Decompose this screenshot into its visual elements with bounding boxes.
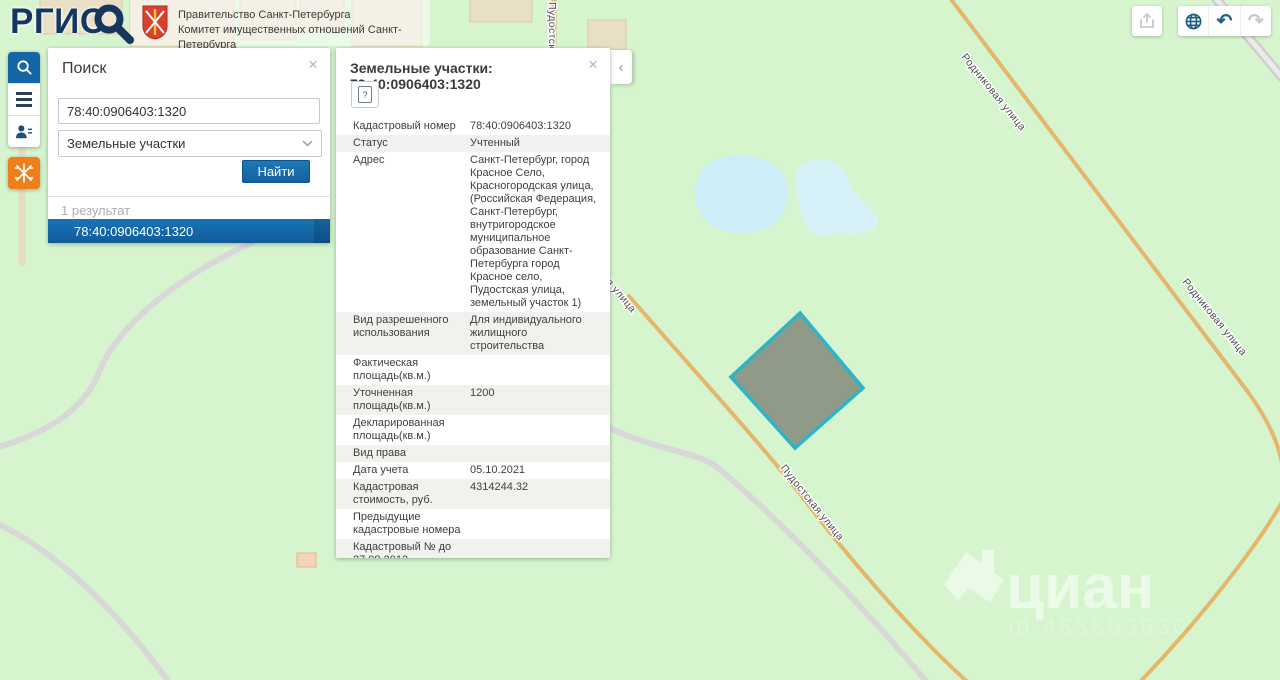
- row-label: Предыдущие кадастровые номера: [353, 511, 470, 537]
- row-label: Статус: [353, 137, 470, 150]
- details-panel: Земельные участки: 78:40:0906403:1320 × …: [336, 48, 610, 558]
- row-label: Декларированная площадь(кв.м.): [353, 417, 470, 443]
- spb-coat-of-arms-icon: [140, 4, 170, 40]
- table-row: СтатусУчтенный: [336, 135, 610, 152]
- row-value: [470, 511, 602, 537]
- undo-button[interactable]: ↶: [1209, 6, 1240, 36]
- spb-emblem-icon: [14, 162, 34, 184]
- gov-line-1: Правительство Санкт-Петербурга: [178, 8, 430, 23]
- row-value: 05.10.2021: [470, 464, 602, 477]
- layers-icon: [16, 92, 32, 107]
- row-value: Санкт-Петербург, город Красное Село, Кра…: [470, 154, 602, 310]
- find-button[interactable]: Найти: [242, 160, 310, 183]
- map-building-pink: [297, 553, 316, 567]
- globe-icon: [1184, 12, 1203, 31]
- redo-icon: ↷: [1248, 12, 1264, 31]
- details-collapse-button[interactable]: ‹: [610, 50, 632, 84]
- pond: [695, 155, 788, 233]
- table-row: Кадастровая стоимость, руб.4314244.32: [336, 479, 610, 509]
- spb-emblem-button[interactable]: [8, 157, 40, 189]
- object-info-button[interactable]: ?: [351, 81, 379, 108]
- search-tool-button[interactable]: [8, 52, 40, 84]
- row-value: [470, 417, 602, 443]
- user-list-tool-button[interactable]: [8, 116, 40, 147]
- search-icon: [16, 59, 33, 76]
- row-value: Для индивидуального жилищного строительс…: [470, 314, 602, 353]
- row-label: Кадастровый № до 27.08.2012: [353, 541, 470, 558]
- row-value: [470, 541, 602, 558]
- undo-icon: ↶: [1217, 12, 1233, 31]
- row-label: Кадастровая стоимость, руб.: [353, 481, 470, 507]
- table-row: Кадастровый № до 27.08.2012: [336, 539, 610, 558]
- results-separator: [48, 196, 330, 197]
- results-count: 1 результат: [61, 203, 130, 218]
- chevron-left-icon: ‹: [619, 59, 624, 76]
- table-row: Фактическая площадь(кв.м.): [336, 355, 610, 385]
- row-label: Адрес: [353, 154, 470, 310]
- result-row[interactable]: 78:40:0906403:1320: [48, 219, 330, 243]
- search-input[interactable]: [58, 98, 320, 124]
- government-header: Правительство Санкт-Петербурга Комитет и…: [130, 0, 430, 46]
- row-label: Вид разрешенного использования: [353, 314, 470, 353]
- category-select-value: Земельные участки: [67, 136, 185, 151]
- search-close-icon[interactable]: ×: [308, 58, 318, 72]
- rgis-logo: РГИС: [10, 2, 140, 48]
- globe-button[interactable]: [1178, 6, 1209, 36]
- category-select[interactable]: Земельные участки: [58, 130, 322, 157]
- search-panel-title: Поиск: [62, 60, 106, 78]
- chevron-down-icon: [302, 140, 313, 147]
- layers-tool-button[interactable]: [8, 84, 40, 116]
- table-row: Уточненная площадь(кв.м.)1200: [336, 385, 610, 415]
- left-toolbar: [8, 52, 40, 147]
- details-table: Кадастровый номер78:40:0906403:1320 Стат…: [336, 118, 610, 558]
- row-label: Дата учета: [353, 464, 470, 477]
- row-label: Фактическая площадь(кв.м.): [353, 357, 470, 383]
- result-row-label: 78:40:0906403:1320: [74, 224, 193, 239]
- rgis-magnifier-icon: [92, 2, 136, 46]
- user-list-icon: [15, 124, 33, 140]
- details-close-icon[interactable]: ×: [588, 58, 598, 72]
- row-label: Кадастровый номер: [353, 120, 470, 133]
- search-panel: Поиск × Земельные участки Найти 1 резуль…: [48, 48, 330, 243]
- redo-button[interactable]: ↷: [1241, 6, 1271, 36]
- table-row: Декларированная площадь(кв.м.): [336, 415, 610, 445]
- table-row: Вид разрешенного использованияДля индиви…: [336, 312, 610, 355]
- row-value: 4314244.32: [470, 481, 602, 507]
- question-icon: ?: [358, 86, 372, 103]
- row-value: 1200: [470, 387, 602, 413]
- row-value: Учтенный: [470, 137, 602, 150]
- details-panel-title: Земельные участки: 78:40:0906403:1320: [350, 60, 590, 92]
- export-button[interactable]: [1132, 6, 1162, 36]
- table-row: АдресСанкт-Петербург, город Красное Село…: [336, 152, 610, 312]
- map-nav-group: ↶ ↷: [1178, 6, 1271, 36]
- row-value: [470, 447, 602, 460]
- export-icon: [1137, 11, 1157, 31]
- row-label: Уточненная площадь(кв.м.): [353, 387, 470, 413]
- table-row: Вид права: [336, 445, 610, 462]
- row-value: 78:40:0906403:1320: [470, 120, 602, 133]
- table-row: Кадастровый номер78:40:0906403:1320: [336, 118, 610, 135]
- row-label: Вид права: [353, 447, 470, 460]
- row-value: [470, 357, 602, 383]
- table-row: Предыдущие кадастровые номера: [336, 509, 610, 539]
- table-row: Дата учета05.10.2021: [336, 462, 610, 479]
